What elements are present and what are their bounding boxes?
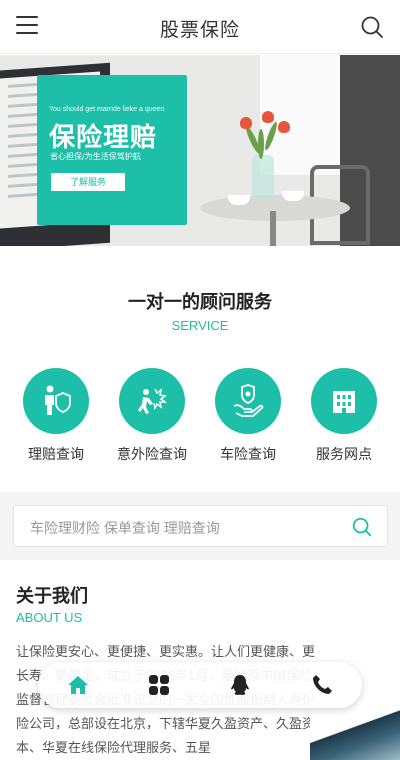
vase-image: [252, 155, 274, 199]
search-input[interactable]: 车险理财险 保单查询 理赔查询: [13, 505, 388, 547]
service-item-claims[interactable]: 理赔查询: [16, 368, 96, 464]
about-subtitle: ABOUT US: [16, 610, 83, 625]
service-label: 理赔查询: [28, 446, 84, 462]
service-icon-circle: [311, 368, 377, 434]
building-icon: [333, 391, 355, 413]
banner-english-slogan: You should get marride lieke a queen: [49, 106, 165, 113]
service-icon-circle: [215, 368, 281, 434]
top-header: 股票保险: [0, 0, 400, 54]
person-shield-icon: [45, 385, 71, 415]
home-icon[interactable]: [66, 673, 90, 697]
grid-icon[interactable]: [147, 673, 171, 697]
banner-card: You should get marride lieke a queen 保险理…: [37, 75, 187, 225]
phone-icon[interactable]: [310, 673, 334, 697]
floating-bottom-nav: [38, 662, 362, 708]
leaf-image: [258, 129, 264, 159]
search-icon[interactable]: [360, 15, 384, 39]
search-icon[interactable]: [351, 516, 373, 538]
hero-banner[interactable]: You should get marride lieke a queen 保险理…: [0, 55, 400, 246]
tulip-image: [240, 117, 252, 129]
service-item-outlets[interactable]: 服务网点: [304, 368, 384, 464]
tulip-image: [278, 121, 290, 133]
service-label: 服务网点: [316, 446, 372, 462]
qq-penguin-icon[interactable]: [228, 673, 252, 697]
service-subtitle: SERVICE: [171, 318, 229, 333]
service-item-auto[interactable]: 车险查询: [208, 368, 288, 464]
service-item-accident[interactable]: 意外险查询: [112, 368, 192, 464]
service-label: 意外险查询: [117, 446, 187, 462]
building-photo: [310, 700, 400, 760]
banner-headline: 保险理赔: [49, 123, 158, 153]
page-title: 股票保险: [159, 20, 240, 41]
tulip-image: [262, 111, 274, 123]
learn-service-button[interactable]: 了解服务: [51, 173, 125, 191]
table-leg-image: [270, 211, 276, 246]
accident-icon: [138, 388, 168, 414]
banner-subline: 省心担保/为生活保驾护航: [50, 152, 141, 161]
service-icon-circle: [119, 368, 185, 434]
hand-shield-icon: [233, 384, 264, 417]
service-icon-circle: [23, 368, 89, 434]
search-placeholder: 车险理财险 保单查询 理赔查询: [30, 520, 220, 536]
about-title: 关于我们: [16, 586, 88, 606]
service-label: 车险查询: [220, 446, 276, 462]
service-title: 一对一的顾问服务: [128, 292, 272, 312]
